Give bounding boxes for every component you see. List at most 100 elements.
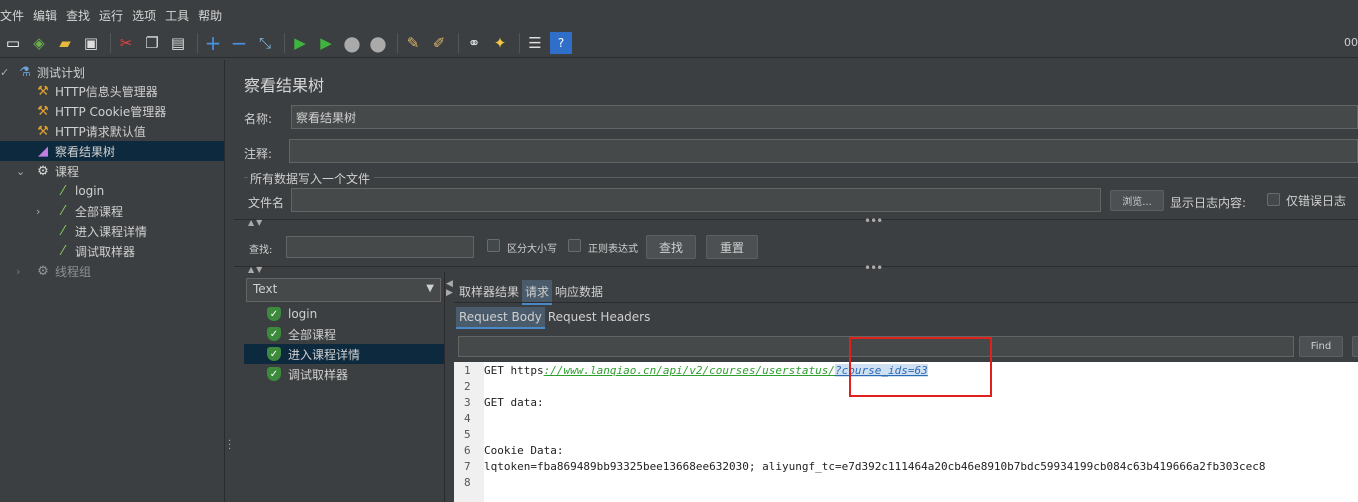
result-item-course-detail[interactable]: ✓ 进入课程详情: [267, 344, 360, 364]
cut-icon[interactable]: ✂: [115, 32, 137, 54]
help-icon[interactable]: ?: [550, 31, 572, 54]
reset-button[interactable]: 重置: [706, 235, 758, 259]
stop-icon[interactable]: ●: [341, 31, 363, 55]
tree-item-request-defaults[interactable]: ⚒ HTTP请求默认值: [34, 121, 146, 141]
tree-item-view-results-tree[interactable]: ◢ 察看结果树: [34, 141, 115, 161]
wrench-icon: ⚒: [37, 83, 49, 99]
request-url-link[interactable]: ://www.lanqiao.cn/api/v2/courses/usersta…: [544, 364, 835, 377]
collapse-arrows-icon[interactable]: ▲▼: [248, 218, 264, 227]
regex-checkbox[interactable]: [568, 239, 581, 252]
tree-item-label: 调试取样器: [75, 244, 136, 259]
collapse-arrows-icon[interactable]: ▲▼: [248, 265, 264, 274]
new-icon[interactable]: ▭: [2, 32, 24, 54]
tree-item-test-plan[interactable]: ✓ ⚗ 测试计划: [0, 62, 86, 82]
success-shield-icon: ✓: [267, 327, 281, 341]
templates-icon[interactable]: ◈: [28, 32, 50, 54]
find-button[interactable]: 查找: [646, 235, 696, 259]
success-shield-icon: ✓: [267, 367, 281, 381]
tree-item-thread-group[interactable]: › ⚙ 线程组: [16, 261, 91, 281]
case-sensitive-checkbox[interactable]: [487, 239, 500, 252]
collapse-icon[interactable]: −: [228, 31, 250, 55]
pipette-icon: ⁄: [61, 183, 65, 199]
toolbar-separator: [519, 32, 520, 53]
tab-request-headers[interactable]: Request Headers: [545, 307, 654, 329]
code-line-7: lqtoken=fba869489bb93325bee13668ee632030…: [484, 460, 1266, 473]
menu-file[interactable]: 文件: [0, 7, 28, 24]
clear-all-icon[interactable]: ✐: [428, 32, 450, 54]
line-number: 3: [464, 396, 471, 409]
filename-label: 文件名: [248, 196, 285, 210]
result-item-debug-sampler[interactable]: ✓ 调试取样器: [267, 364, 348, 384]
result-item-label: 全部课程: [288, 327, 337, 342]
tree-item-header-manager[interactable]: ⚒ HTTP信息头管理器: [34, 81, 158, 101]
collapse-divider[interactable]: ▲▼ •••: [234, 261, 1358, 276]
tree-item-label: HTTP请求默认值: [55, 124, 146, 139]
collapse-divider[interactable]: ▲▼ •••: [234, 214, 1358, 229]
splitter-handle[interactable]: · · ·: [228, 437, 231, 455]
shutdown-icon[interactable]: ●: [367, 31, 389, 55]
function-helper-icon[interactable]: ☰: [524, 32, 546, 54]
line-number: 5: [464, 428, 471, 441]
menu-tools[interactable]: 工具: [165, 7, 193, 24]
pane-divider[interactable]: [444, 272, 445, 502]
drag-handle-icon[interactable]: •••: [864, 214, 883, 228]
renderer-select[interactable]: Text ▼: [246, 278, 441, 302]
wrench-icon: ⚒: [37, 103, 49, 119]
tree-item-all-courses[interactable]: › ⁄ 全部课程: [36, 201, 124, 221]
search-input[interactable]: [286, 236, 474, 258]
tree-item-course-group[interactable]: ⌄ ⚙ 课程: [16, 161, 79, 181]
body-find-button[interactable]: Find: [1299, 336, 1343, 357]
chevron-right-icon[interactable]: ›: [36, 205, 48, 218]
tree-item-label: 察看结果树: [55, 144, 116, 159]
comment-field[interactable]: [289, 139, 1358, 163]
result-item-label: login: [288, 307, 318, 321]
tree-item-label: 测试计划: [37, 65, 86, 80]
tree-item-cookie-manager[interactable]: ⚒ HTTP Cookie管理器: [34, 101, 166, 121]
toggle-icon[interactable]: ⤡: [254, 32, 276, 54]
menu-help[interactable]: 帮助: [198, 7, 226, 24]
name-field[interactable]: 察看结果树: [291, 105, 1358, 129]
tree-item-course-detail[interactable]: ⁄ 进入课程详情: [54, 221, 147, 241]
code-line-6: Cookie Data:: [484, 444, 564, 457]
chevron-right-icon[interactable]: ›: [16, 265, 28, 278]
pipette-icon: ⁄: [61, 243, 65, 259]
menu-search[interactable]: 查找: [66, 7, 94, 24]
menu-run[interactable]: 运行: [99, 7, 127, 24]
result-item-login[interactable]: ✓ login: [267, 304, 317, 324]
paste-icon[interactable]: ▤: [167, 32, 189, 54]
result-item-label: 进入课程详情: [288, 347, 361, 362]
highlight-annotation-box: [849, 337, 992, 397]
clear-icon[interactable]: ✎: [402, 32, 424, 54]
pane-arrows-icon[interactable]: ◀ ▶: [446, 280, 453, 298]
line-number: 4: [464, 412, 471, 425]
filename-field[interactable]: [291, 188, 1101, 212]
open-icon[interactable]: ▰: [54, 32, 76, 54]
comment-label: 注释:: [244, 147, 273, 161]
result-item-all-courses[interactable]: ✓ 全部课程: [267, 324, 336, 344]
errors-only-checkbox[interactable]: [1267, 193, 1280, 206]
copy-icon[interactable]: ❐: [141, 32, 163, 54]
tree-item-label: HTTP信息头管理器: [55, 84, 158, 99]
chevron-down-icon[interactable]: ✓: [0, 66, 12, 79]
request-subtabs: Request Body Request Headers: [456, 307, 653, 329]
tree-item-label: 全部课程: [75, 204, 124, 219]
save-icon[interactable]: ▣: [80, 32, 102, 54]
menu-edit[interactable]: 编辑: [33, 7, 61, 24]
body-find-option-button[interactable]: [1352, 336, 1358, 357]
start-icon[interactable]: ▶: [289, 32, 311, 54]
tree-item-debug-sampler[interactable]: ⁄ 调试取样器: [54, 241, 135, 261]
chevron-down-icon[interactable]: ⌄: [16, 165, 28, 178]
name-label: 名称:: [244, 112, 273, 126]
test-plan-tree[interactable]: ✓ ⚗ 测试计划 ⚒ HTTP信息头管理器 ⚒ HTTP Cookie管理器 ⚒…: [0, 60, 225, 502]
tab-request-body[interactable]: Request Body: [456, 307, 545, 329]
search-icon[interactable]: ⚭: [463, 32, 485, 54]
drag-handle-icon[interactable]: •••: [864, 261, 883, 275]
menu-options[interactable]: 选项: [132, 7, 160, 24]
reset-search-icon[interactable]: ✦: [489, 32, 511, 54]
pipette-icon: ⁄: [61, 223, 65, 239]
expand-icon[interactable]: +: [202, 31, 224, 55]
tree-item-label: login: [75, 184, 105, 198]
start-no-pause-icon[interactable]: ▶: [315, 32, 337, 54]
tree-item-login[interactable]: ⁄ login: [54, 181, 104, 201]
browse-button[interactable]: 浏览...: [1110, 190, 1164, 211]
